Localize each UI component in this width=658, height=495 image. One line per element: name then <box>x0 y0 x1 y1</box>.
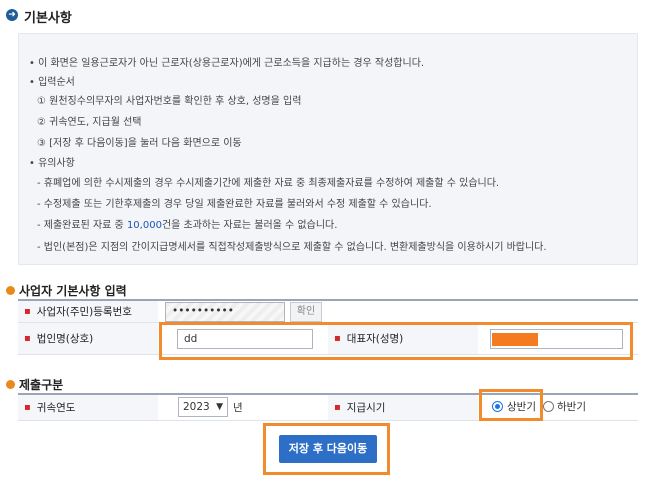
info-line: - 제출완료된 자료 중 10,000건을 초과하는 자료는 불러올 수 없습니… <box>37 220 338 231</box>
bizno-field[interactable]: •••••••••• <box>165 302 285 322</box>
rep-label: ▪ 대표자(성명) <box>328 323 478 354</box>
info-line: • 유의사항 <box>29 158 75 169</box>
info-line: ① 원천징수의무자의 사업자번호를 확인한 후 상호, 성명을 입력 <box>37 96 302 107</box>
confirm-button[interactable]: 확인 <box>290 302 322 322</box>
chevron-down-icon: ▼ <box>216 402 223 412</box>
section-title-submission: 제출구분 <box>19 378 64 392</box>
bizno-label: ▪ 사업자(주민)등록번호 <box>18 301 158 322</box>
section-title-business: 사업자 기본사항 입력 <box>19 284 127 298</box>
year-label: ▪ 귀속연도 <box>18 395 158 420</box>
first-half-radio[interactable] <box>492 401 503 412</box>
info-line: • 입력순서 <box>29 77 75 88</box>
required-marker: ▪ <box>24 402 31 413</box>
second-half-label[interactable]: 하반기 <box>557 399 586 414</box>
required-marker: ▪ <box>24 306 31 317</box>
first-half-label[interactable]: 상반기 <box>507 399 536 414</box>
rep-label-text: 대표자(성명) <box>346 333 404 345</box>
redaction-block <box>492 333 538 346</box>
info-line: - 휴폐업에 의한 수시제출의 경우 수시제출기간에 제출한 자료 중 최종제출… <box>37 178 500 189</box>
required-marker: ▪ <box>334 402 341 413</box>
save-next-button[interactable]: 저장 후 다음이동 <box>279 435 377 463</box>
bizno-label-text: 사업자(주민)등록번호 <box>36 306 132 318</box>
year-value: 2023 <box>183 401 210 413</box>
info-line: • 이 화면은 일용근로자가 아닌 근로자(상용근로자)에게 근로소득을 지급하… <box>29 58 425 69</box>
corp-name-field[interactable]: dd <box>177 329 313 349</box>
year-select[interactable]: 2023 ▼ <box>178 397 228 417</box>
info-box: • 이 화면은 일용근로자가 아닌 근로자(상용근로자)에게 근로소득을 지급하… <box>18 33 638 265</box>
second-half-radio[interactable] <box>543 401 554 412</box>
corp-label-text: 법인명(상호) <box>36 333 94 345</box>
required-marker: ▪ <box>334 333 341 344</box>
required-marker: ▪ <box>24 333 31 344</box>
period-label-text: 지급시기 <box>346 402 386 414</box>
corp-label: ▪ 법인명(상호) <box>18 323 158 354</box>
year-unit: 년 <box>233 402 243 414</box>
page-title: 기본사항 <box>24 11 72 26</box>
bizno-row: ▪ 사업자(주민)등록번호 <box>18 299 638 323</box>
info-line: ③ [저장 후 다음이동]을 눌러 다음 화면으로 이동 <box>37 138 242 149</box>
year-label-text: 귀속연도 <box>36 402 76 414</box>
period-label: ▪ 지급시기 <box>328 395 478 420</box>
info-line: - 법인(본점)은 지점의 간이지급명세서를 직접작성제출방식으로 제출할 수 … <box>37 242 547 253</box>
orange-dot-icon <box>6 286 15 295</box>
info-line: - 수정제출 또는 기한후제출의 경우 당일 제출완료한 자료를 불러와서 수정… <box>37 199 432 210</box>
info-line: ② 귀속연도, 지급월 선택 <box>37 117 142 128</box>
arrow-right-circle-icon: ➜ <box>6 9 18 21</box>
orange-dot-icon <box>6 380 15 389</box>
